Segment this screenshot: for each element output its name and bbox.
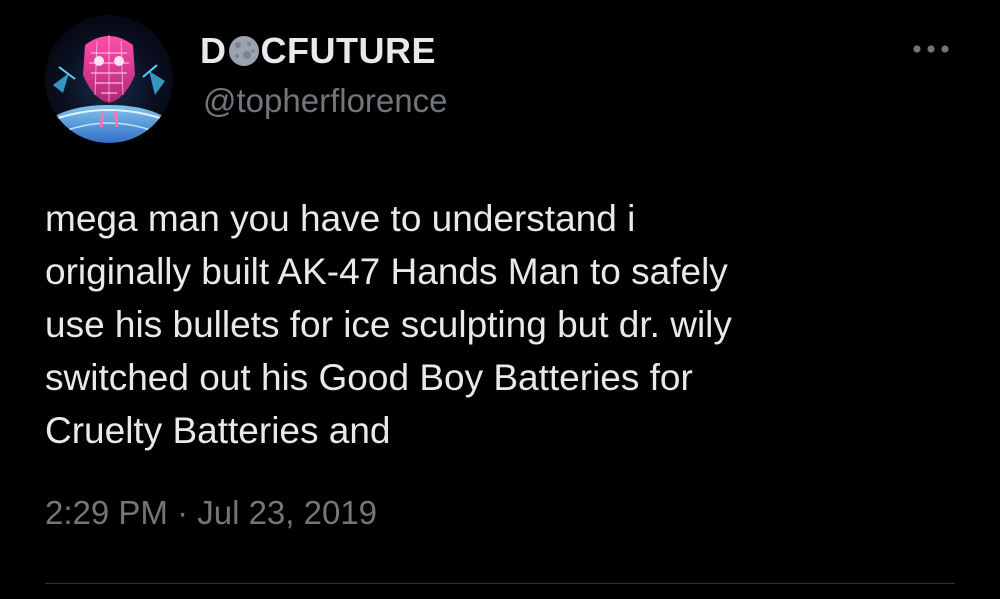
display-name-suffix: CFUTURE	[260, 30, 436, 71]
moon-icon	[228, 35, 260, 67]
tweet-text: mega man you have to understand i origin…	[45, 198, 732, 451]
neon-face-avatar-icon	[45, 15, 173, 143]
more-options-icon	[913, 45, 949, 53]
author-display-name: D CFUTURE	[200, 30, 436, 72]
author-handle[interactable]: @topherflorence	[203, 82, 447, 120]
divider	[45, 583, 955, 584]
more-options-button[interactable]	[906, 36, 956, 62]
author-name-row[interactable]: D CFUTURE	[200, 29, 436, 73]
avatar[interactable]	[45, 15, 173, 143]
display-name-prefix: D	[200, 30, 227, 71]
tweet-timestamp[interactable]: 2:29 PM · Jul 23, 2019	[45, 494, 377, 532]
tweet: D CFUTURE @topherflorence mega man you h…	[0, 0, 1000, 599]
